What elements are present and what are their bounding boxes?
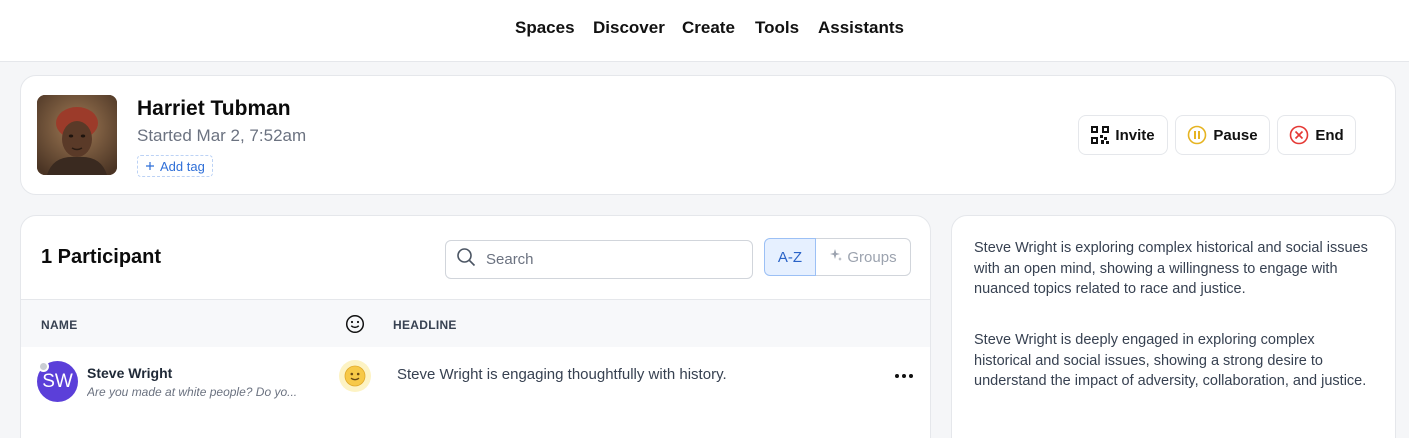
groups-label: Groups (847, 248, 897, 266)
add-tag-label: Add tag (160, 158, 205, 174)
more-options-icon[interactable] (891, 364, 917, 388)
search-input[interactable] (486, 251, 726, 268)
session-title: Harriet Tubman (137, 97, 291, 120)
table-row[interactable]: SW Steve Wright Are you made at white pe… (21, 347, 930, 417)
session-portrait (37, 95, 117, 175)
nav-spaces[interactable]: Spaces (515, 18, 575, 38)
nav-discover[interactable]: Discover (593, 18, 665, 38)
nav-assistants[interactable]: Assistants (818, 18, 904, 38)
sort-toggle: A-Z Groups (764, 238, 911, 276)
plus-icon (145, 159, 155, 174)
table-header: NAME HEADLINE (21, 299, 930, 347)
slightly-smiling-face-icon (339, 360, 371, 392)
end-button[interactable]: End (1277, 115, 1356, 155)
participant-name: Steve Wright (87, 365, 173, 381)
add-tag-button[interactable]: Add tag (137, 155, 213, 177)
top-nav: Spaces Discover Create Tools Assistants (0, 0, 1409, 62)
summary-panel: Steve Wright is exploring complex histor… (951, 215, 1396, 438)
search-icon (456, 247, 476, 272)
session-header: Harriet Tubman Started Mar 2, 7:52am Add… (20, 75, 1396, 195)
column-name[interactable]: NAME (41, 318, 78, 332)
groups-button[interactable]: Groups (816, 238, 911, 276)
summary-paragraph: Steve Wright is exploring complex histor… (974, 240, 1368, 297)
pause-label: Pause (1213, 126, 1258, 144)
presence-indicator (38, 361, 49, 372)
close-circle-icon (1289, 125, 1309, 145)
participant-headline: Steve Wright is engaging thoughtfully wi… (397, 366, 727, 383)
participants-count-title: 1 Participant (41, 246, 162, 268)
column-headline[interactable]: HEADLINE (393, 318, 457, 332)
participant-last-message: Are you made at white people? Do yo... (87, 385, 298, 399)
session-start-time: Started Mar 2, 7:52am (137, 126, 307, 145)
end-label: End (1315, 126, 1344, 144)
sparkle-icon (829, 248, 843, 266)
nav-tools[interactable]: Tools (755, 18, 799, 38)
participant-search[interactable] (445, 240, 753, 279)
pause-icon (1187, 125, 1207, 145)
pause-button[interactable]: Pause (1175, 115, 1270, 155)
nav-create[interactable]: Create (682, 18, 735, 38)
invite-label: Invite (1115, 126, 1155, 144)
qr-code-icon (1091, 126, 1110, 144)
summary-paragraph: Steve Wright is deeply engaged in explor… (974, 332, 1367, 389)
sort-az-button[interactable]: A-Z (764, 238, 816, 276)
smiley-icon[interactable] (345, 314, 365, 339)
participants-panel: 1 Participant A-Z Groups NAME (20, 215, 931, 438)
invite-button[interactable]: Invite (1078, 115, 1168, 155)
